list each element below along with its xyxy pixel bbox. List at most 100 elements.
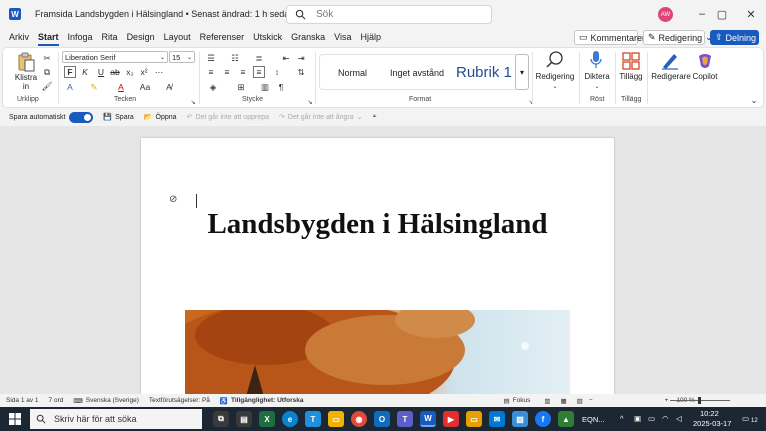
increase-indent-icon[interactable]: ⇥ — [295, 52, 307, 64]
outlook-mail-icon[interactable]: ✉ — [489, 411, 505, 427]
autumn-tree-image[interactable] — [185, 310, 570, 394]
shading-icon[interactable]: ◈ — [207, 81, 219, 93]
bullets-icon[interactable]: ☰ — [205, 52, 217, 64]
widgets-icon[interactable]: ▤ — [236, 411, 252, 427]
paste-label[interactable]: Klistra in — [11, 73, 41, 91]
change-case-icon[interactable]: Aa — [139, 81, 151, 93]
zoom-out-icon[interactable]: − — [589, 397, 593, 404]
multilevel-list-icon[interactable]: ≣ — [253, 52, 265, 64]
dialog-launcher-icon[interactable]: ↘ — [187, 96, 199, 108]
avatar[interactable]: AW — [658, 7, 673, 22]
numbering-icon[interactable]: ☷ — [229, 52, 241, 64]
bold-button[interactable]: F — [64, 66, 76, 78]
editor-label[interactable]: Redigerare — [651, 72, 691, 81]
justify-icon[interactable]: ≡ — [253, 66, 265, 78]
superscript-button[interactable]: x² — [138, 66, 150, 78]
addins-label[interactable]: Tillägg — [616, 72, 646, 81]
editing-mode-button[interactable]: ✎ Redigering ⌄ — [643, 30, 713, 45]
more-options-icon[interactable]: ⋯ — [153, 66, 165, 78]
tab-utskick[interactable]: Utskick — [253, 30, 282, 45]
chevron-down-icon[interactable]: ⌄ — [591, 80, 603, 92]
focus-button[interactable]: ▤ Fokus — [503, 397, 530, 405]
language-status[interactable]: ⌨ Svenska (Sverige) — [73, 397, 139, 405]
taskbar-search[interactable]: Skriv här för att söka — [30, 409, 202, 429]
notifications-icon[interactable]: ▭ — [742, 414, 749, 423]
word-taskbar-icon[interactable]: W — [420, 411, 436, 427]
stock-ticker[interactable]: EQN... — [582, 415, 605, 424]
predictions-status[interactable]: Textförutsägelser: På — [149, 397, 210, 404]
underline-button[interactable]: U — [95, 66, 107, 78]
chrome-icon[interactable]: ◉ — [351, 411, 367, 427]
columns-icon[interactable]: ▥ — [259, 81, 271, 93]
youtube-icon[interactable]: ▶ — [443, 411, 459, 427]
cut-icon[interactable]: ✂ — [41, 52, 53, 64]
tab-infoga[interactable]: Infoga — [68, 30, 93, 45]
find-icon[interactable] — [544, 50, 566, 70]
highlight-icon[interactable]: ✎ — [88, 81, 100, 93]
file-explorer-icon[interactable]: ▭ — [328, 411, 344, 427]
tab-referenser[interactable]: Referenser — [200, 30, 245, 45]
align-center-icon[interactable]: ≡ — [221, 66, 233, 78]
document-title[interactable]: Framsida Landsbygden i Hälsingland • Sen… — [35, 9, 294, 19]
copilot-icon[interactable] — [694, 51, 716, 71]
tab-arkiv[interactable]: Arkiv — [9, 30, 29, 45]
font-size-select[interactable]: 15 ⌄ — [169, 51, 195, 63]
share-button[interactable]: ⇪ Delning ⌄ — [710, 30, 766, 45]
edge-icon[interactable]: e — [282, 411, 298, 427]
customize-qat-icon[interactable]: ⩡ — [373, 113, 377, 121]
decrease-indent-icon[interactable]: ⇤ — [280, 52, 292, 64]
excel-icon[interactable]: X — [259, 411, 275, 427]
sort-icon[interactable]: ⇅ — [295, 66, 307, 78]
open-button[interactable]: 📂 Öppna — [144, 113, 177, 122]
tab-start[interactable]: Start — [38, 30, 59, 46]
clock-time[interactable]: 10:22 — [700, 409, 719, 418]
style-heading-1[interactable]: Rubrik 1 — [456, 64, 512, 81]
teams-alt-icon[interactable]: T — [397, 411, 413, 427]
stock-icon[interactable]: ▲ — [558, 411, 574, 427]
copy-icon[interactable]: ⧉ — [41, 66, 53, 78]
style-no-spacing[interactable]: Inget avstånd — [390, 68, 444, 78]
align-right-icon[interactable]: ≡ — [237, 66, 249, 78]
zoom-in-icon[interactable]: + — [665, 397, 669, 404]
clear-formatting-icon[interactable]: A̸ — [163, 81, 175, 93]
search-box[interactable] — [286, 5, 492, 24]
strikethrough-button[interactable]: ab — [109, 66, 121, 78]
close-icon[interactable]: ✕ — [743, 6, 759, 22]
line-spacing-icon[interactable]: ↕ — [271, 66, 283, 78]
page-count[interactable]: Sida 1 av 1 — [6, 397, 39, 404]
accessibility-status[interactable]: ♿ Tillgänglighet: Utforska — [220, 397, 304, 405]
web-layout-icon[interactable]: ▧ — [577, 397, 583, 405]
clock-date[interactable]: 2025-03-17 — [693, 419, 731, 428]
editor-icon[interactable] — [659, 51, 681, 71]
align-left-icon[interactable]: ≡ — [205, 66, 217, 78]
collapse-ribbon-icon[interactable]: ⌄ — [748, 94, 760, 106]
teams-icon[interactable]: T — [305, 411, 321, 427]
show-marks-icon[interactable]: ¶ — [275, 81, 287, 93]
task-view-icon[interactable]: ⧉ — [213, 411, 229, 427]
battery-icon[interactable]: ▭ — [648, 414, 655, 423]
tab-layout[interactable]: Layout — [164, 30, 191, 45]
windows-start-icon[interactable] — [9, 413, 21, 425]
tab-visa[interactable]: Visa — [334, 30, 351, 45]
tab-rita[interactable]: Rita — [102, 30, 118, 45]
loop-component-icon[interactable]: ⊘ — [169, 194, 177, 205]
zoom-slider-thumb[interactable] — [698, 397, 701, 404]
borders-icon[interactable]: ⊞ — [235, 81, 247, 93]
redo-button[interactable]: ↷ Det går inte att ångra ⌄ — [279, 113, 363, 122]
italic-button[interactable]: K — [79, 66, 91, 78]
folder-icon[interactable]: ▭ — [466, 411, 482, 427]
document-page[interactable]: ⊘ Landsbygden i Hälsingland — [141, 138, 614, 394]
camera-icon[interactable]: ▣ — [634, 414, 641, 423]
volume-icon[interactable]: ◁ — [676, 414, 682, 423]
network-icon[interactable]: ◠ — [662, 414, 669, 423]
search-input[interactable] — [316, 9, 476, 20]
comments-button[interactable]: ▭ Kommentarer — [574, 30, 645, 45]
chevron-down-icon[interactable]: ⌄ — [549, 80, 561, 92]
text-effects-icon[interactable]: A — [64, 81, 76, 93]
format-painter-icon[interactable]: 🖌 — [41, 80, 53, 92]
save-button[interactable]: 💾 Spara — [103, 113, 133, 122]
undo-button[interactable]: ↶ Det går inte att upprepa — [187, 113, 269, 122]
tab-design[interactable]: Design — [127, 30, 155, 45]
microphone-icon[interactable] — [585, 50, 607, 70]
subscript-button[interactable]: x₂ — [124, 66, 136, 78]
